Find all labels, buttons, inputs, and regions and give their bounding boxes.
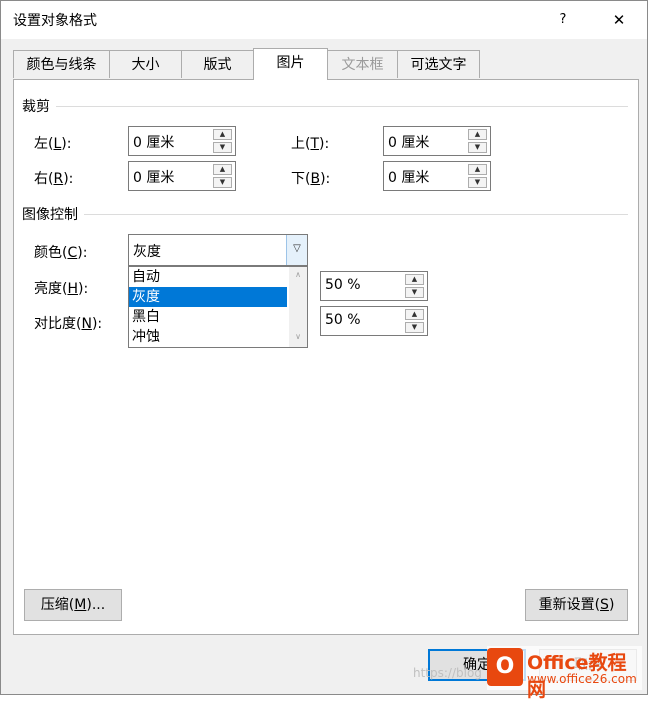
watermark-url: www.office26.com (527, 672, 637, 686)
image-control-divider (22, 214, 628, 215)
spin-up-icon[interactable]: ▲ (405, 274, 424, 285)
tab-colors-lines[interactable]: 颜色与线条 (13, 50, 110, 78)
crop-top-spinner[interactable]: 0 厘米 ▲ ▼ (383, 126, 491, 156)
tab-layout[interactable]: 版式 (181, 50, 254, 78)
tab-text-box: 文本框 (327, 50, 398, 78)
dropdown-option-black-white[interactable]: 黑白 (129, 307, 287, 327)
color-select-value[interactable]: 灰度 (133, 241, 161, 261)
help-button[interactable]: ? (549, 8, 577, 32)
crop-top-label: 上(T): (291, 136, 330, 152)
brightness-value[interactable]: 50 % (325, 277, 361, 293)
crop-group-title: 裁剪 (22, 96, 56, 116)
color-label: 颜色(C): (34, 245, 88, 261)
dropdown-option-washout[interactable]: 冲蚀 (129, 327, 287, 347)
image-control-group-title: 图像控制 (22, 204, 84, 224)
dialog-title: 设置对象格式 (13, 13, 97, 29)
format-object-dialog: 设置对象格式 ? ✕ 颜色与线条 大小 版式 图片 文本框 可选文字 裁剪 左(… (0, 0, 648, 695)
crop-right-value[interactable]: 0 厘米 (133, 167, 174, 187)
office26-watermark: O Office教程网 www.office26.com (487, 646, 642, 701)
picture-panel: 裁剪 左(L): 0 厘米 ▲ ▼ 上(T): 0 厘米 ▲ ▼ 右(R): 0 厘… (13, 79, 639, 635)
spin-down-icon[interactable]: ▼ (213, 142, 232, 153)
brightness-label: 亮度(H): (34, 281, 89, 297)
spin-down-icon[interactable]: ▼ (468, 142, 487, 153)
scroll-down-icon[interactable]: ∨ (289, 329, 307, 345)
crop-bottom-spinner[interactable]: 0 厘米 ▲ ▼ (383, 161, 491, 191)
crop-left-label: 左(L): (34, 136, 72, 152)
spin-up-icon[interactable]: ▲ (468, 129, 487, 140)
dropdown-scrollbar[interactable]: ∧ ∨ (289, 267, 307, 347)
blog-watermark-text: https://blog (413, 666, 482, 680)
contrast-spinner[interactable]: 50 % ▲ ▼ (320, 306, 428, 336)
dropdown-option-grayscale[interactable]: 灰度 (129, 287, 287, 307)
crop-left-value[interactable]: 0 厘米 (133, 132, 174, 152)
crop-right-label: 右(R): (34, 171, 74, 187)
crop-left-spinner[interactable]: 0 厘米 ▲ ▼ (128, 126, 236, 156)
close-button[interactable]: ✕ (605, 7, 633, 33)
crop-bottom-label: 下(B): (291, 171, 331, 187)
title-bar: 设置对象格式 ? ✕ (1, 1, 647, 39)
contrast-value[interactable]: 50 % (325, 312, 361, 328)
spin-up-icon[interactable]: ▲ (405, 309, 424, 320)
spin-up-icon[interactable]: ▲ (213, 129, 232, 140)
crop-divider (22, 106, 628, 107)
spin-up-icon[interactable]: ▲ (468, 164, 487, 175)
color-select[interactable]: 灰度 ▽ (128, 234, 308, 266)
brightness-spinner[interactable]: 50 % ▲ ▼ (320, 271, 428, 301)
tab-size[interactable]: 大小 (109, 50, 182, 78)
contrast-label: 对比度(N): (34, 316, 103, 332)
spin-up-icon[interactable]: ▲ (213, 164, 232, 175)
tab-alt-text[interactable]: 可选文字 (397, 50, 480, 78)
spin-down-icon[interactable]: ▼ (405, 287, 424, 298)
crop-top-value[interactable]: 0 厘米 (388, 132, 429, 152)
reset-button[interactable]: 重新设置(S) (525, 589, 628, 621)
spin-down-icon[interactable]: ▼ (405, 322, 424, 333)
tab-picture[interactable]: 图片 (253, 48, 328, 80)
office-logo-icon: O (487, 648, 523, 686)
spin-down-icon[interactable]: ▼ (213, 177, 232, 188)
scroll-up-icon[interactable]: ∧ (289, 267, 307, 283)
color-dropdown-list[interactable]: 自动 灰度 黑白 冲蚀 ∧ ∨ (128, 266, 308, 348)
spin-down-icon[interactable]: ▼ (468, 177, 487, 188)
dropdown-option-auto[interactable]: 自动 (129, 267, 287, 287)
crop-bottom-value[interactable]: 0 厘米 (388, 167, 429, 187)
crop-right-spinner[interactable]: 0 厘米 ▲ ▼ (128, 161, 236, 191)
chevron-down-icon[interactable]: ▽ (286, 235, 307, 265)
compress-button[interactable]: 压缩(M)... (24, 589, 122, 621)
